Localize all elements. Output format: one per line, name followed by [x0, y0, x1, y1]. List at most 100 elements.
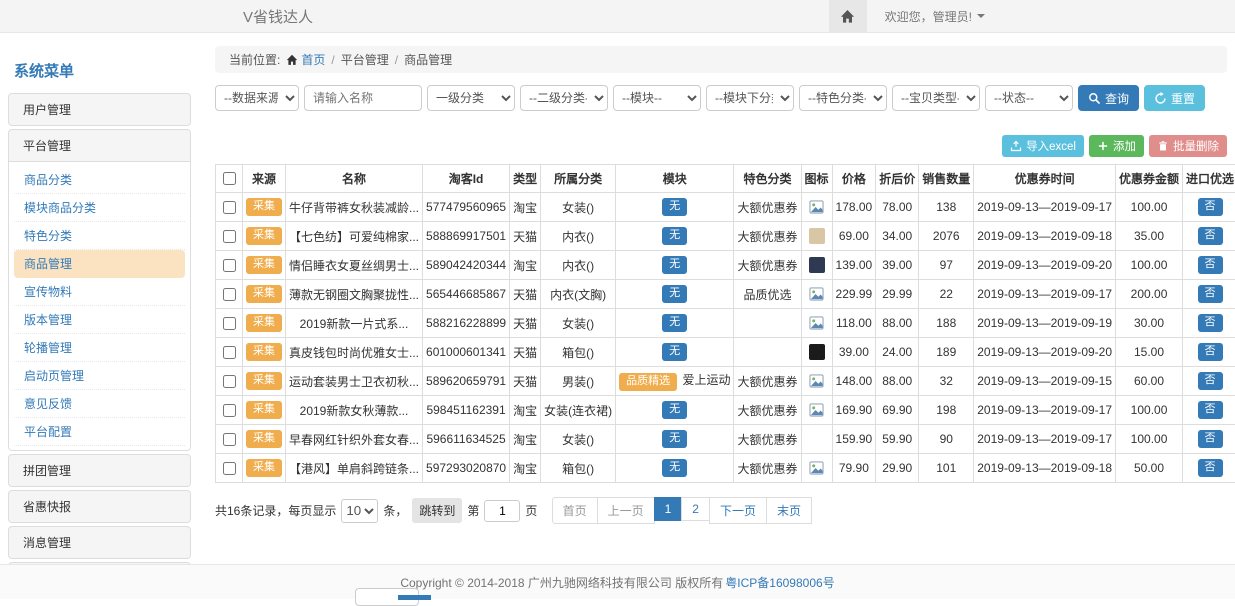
sales-count: 90 [919, 425, 974, 454]
row-checkbox[interactable] [223, 433, 236, 446]
product-name: 【七色纺】可爱纯棉家... [286, 222, 423, 251]
sidebar-group-label[interactable]: 用户管理 [9, 94, 190, 125]
sales-count: 2076 [919, 222, 974, 251]
filter-select[interactable]: --模块-- [613, 85, 701, 111]
jump-to-button[interactable]: 跳转到 [412, 498, 462, 523]
sidebar-group-label[interactable]: 消息管理 [9, 527, 190, 558]
query-button[interactable]: 查询 [1078, 85, 1139, 111]
add-button[interactable]: 添加 [1089, 135, 1144, 157]
image-icon [809, 200, 824, 214]
sidebar-group[interactable]: 拼团管理 [8, 454, 191, 487]
sales-count: 198 [919, 396, 974, 425]
sidebar-submenu-item[interactable]: 商品分类 [14, 166, 185, 194]
import-excel-button[interactable]: 导入excel [1002, 135, 1084, 157]
sidebar-submenu-item[interactable]: 特色分类 [14, 222, 185, 250]
sidebar-group-label[interactable]: 省惠快报 [9, 491, 190, 522]
pager-button[interactable]: 2 [681, 497, 710, 521]
filter-select[interactable]: --状态-- [985, 85, 1073, 111]
import-select-badge[interactable]: 否 [1198, 314, 1223, 331]
column-header: 图标 [801, 165, 832, 193]
pager-button[interactable]: 下一页 [709, 497, 767, 524]
filter-select[interactable]: 一级分类 [427, 85, 515, 111]
pager-button[interactable]: 首页 [552, 497, 598, 524]
column-header: 特色分类 [734, 165, 801, 193]
sidebar-groups-before: 用户管理 [8, 93, 191, 126]
breadcrumb-home-label: 首页 [301, 51, 325, 68]
row-checkbox[interactable] [223, 288, 236, 301]
breadcrumb-prefix: 当前位置: [229, 51, 280, 68]
icp-link[interactable]: 粤ICP备16098006号 [725, 574, 834, 591]
row-checkbox[interactable] [223, 317, 236, 330]
filter-select[interactable]: --宝贝类型-- [892, 85, 980, 111]
brand-title: V省钱达人 [243, 6, 313, 27]
coupon-amount: 50.00 [1116, 454, 1183, 483]
reset-button[interactable]: 重置 [1144, 85, 1205, 111]
sidebar-submenu-item[interactable]: 版本管理 [14, 306, 185, 334]
import-select-badge[interactable]: 否 [1198, 256, 1223, 273]
data-source-select[interactable]: --数据来源-- [215, 85, 299, 111]
sidebar-group[interactable]: 省惠快报 [8, 490, 191, 523]
row-checkbox[interactable] [223, 462, 236, 475]
import-select-badge[interactable]: 否 [1198, 430, 1223, 447]
import-select-badge[interactable]: 否 [1198, 227, 1223, 244]
sidebar-group-label[interactable]: 订单管理 [9, 563, 190, 564]
table-row: 采集 2019新款一片式系... 588216228899 天猫 女装() 无 [216, 309, 1235, 338]
sidebar-submenu-item[interactable]: 启动页管理 [14, 362, 185, 390]
breadcrumb-home-link[interactable]: 首页 [286, 51, 325, 68]
import-select-badge[interactable]: 否 [1198, 459, 1223, 476]
row-checkbox[interactable] [223, 375, 236, 388]
page-number-input[interactable] [484, 500, 520, 522]
pager-button[interactable]: 末页 [766, 497, 812, 524]
home-button[interactable] [829, 0, 867, 32]
product-type: 淘宝 [510, 454, 541, 483]
coupon-time: 2019-09-13—2019-09-19 [974, 309, 1116, 338]
price: 69.00 [832, 222, 876, 251]
page-size-select[interactable]: 10 [341, 499, 378, 523]
row-checkbox[interactable] [223, 404, 236, 417]
import-select-badge[interactable]: 否 [1198, 401, 1223, 418]
sidebar-submenu-item[interactable]: 模块商品分类 [14, 194, 185, 222]
pagination-bar: 共16条记录，每页显示 10 条， 跳转到 第 页 首页 上一页 1 2 [215, 497, 1227, 524]
image-icon [809, 374, 824, 388]
sidebar-group-label[interactable]: 拼团管理 [9, 455, 190, 486]
filter-select[interactable]: --二级分类-- [520, 85, 608, 111]
batch-delete-button[interactable]: 批量删除 [1149, 135, 1227, 157]
pager-button[interactable]: 1 [654, 497, 683, 521]
row-checkbox[interactable] [223, 201, 236, 214]
coupon-time: 2019-09-13—2019-09-17 [974, 193, 1116, 222]
row-checkbox[interactable] [223, 346, 236, 359]
sidebar-submenu-item[interactable]: 轮播管理 [14, 334, 185, 362]
select-all-checkbox[interactable] [223, 172, 236, 185]
row-checkbox[interactable] [223, 259, 236, 272]
coupon-amount: 100.00 [1116, 193, 1183, 222]
row-checkbox[interactable] [223, 230, 236, 243]
source-badge: 采集 [246, 314, 282, 331]
filter-select[interactable]: --模块下分类-- [706, 85, 794, 111]
sidebar-group[interactable]: 用户管理 [8, 93, 191, 126]
coupon-time: 2019-09-13—2019-09-17 [974, 425, 1116, 454]
sidebar-group-platform-label[interactable]: 平台管理 [9, 130, 190, 161]
sidebar-submenu-item[interactable]: 意见反馈 [14, 390, 185, 418]
sidebar-submenu-item[interactable]: 平台配置 [14, 418, 185, 446]
column-header: 模块 [616, 165, 734, 193]
pager-button[interactable]: 上一页 [597, 497, 655, 524]
filter-select[interactable]: --特色分类-- [799, 85, 887, 111]
import-select-badge[interactable]: 否 [1198, 285, 1223, 302]
import-select-badge[interactable]: 否 [1198, 343, 1223, 360]
import-select-badge[interactable]: 否 [1198, 372, 1223, 389]
name-search-input[interactable] [304, 85, 422, 111]
discount-price: 29.90 [876, 454, 919, 483]
feature-category [734, 338, 801, 367]
sidebar-group[interactable]: 订单管理 [8, 562, 191, 564]
sidebar-submenu-item[interactable]: 宣传物料 [14, 278, 185, 306]
product-category: 内衣() [541, 222, 616, 251]
sales-count: 32 [919, 367, 974, 396]
page-label-after: 页 [525, 502, 537, 519]
user-menu[interactable]: 欢迎您，管理员! [885, 8, 985, 25]
sidebar-group[interactable]: 消息管理 [8, 526, 191, 559]
source-badge: 采集 [246, 372, 282, 389]
import-select-badge[interactable]: 否 [1198, 198, 1223, 215]
sales-count: 101 [919, 454, 974, 483]
price: 178.00 [832, 193, 876, 222]
sidebar-submenu-item[interactable]: 商品管理 [14, 250, 185, 278]
